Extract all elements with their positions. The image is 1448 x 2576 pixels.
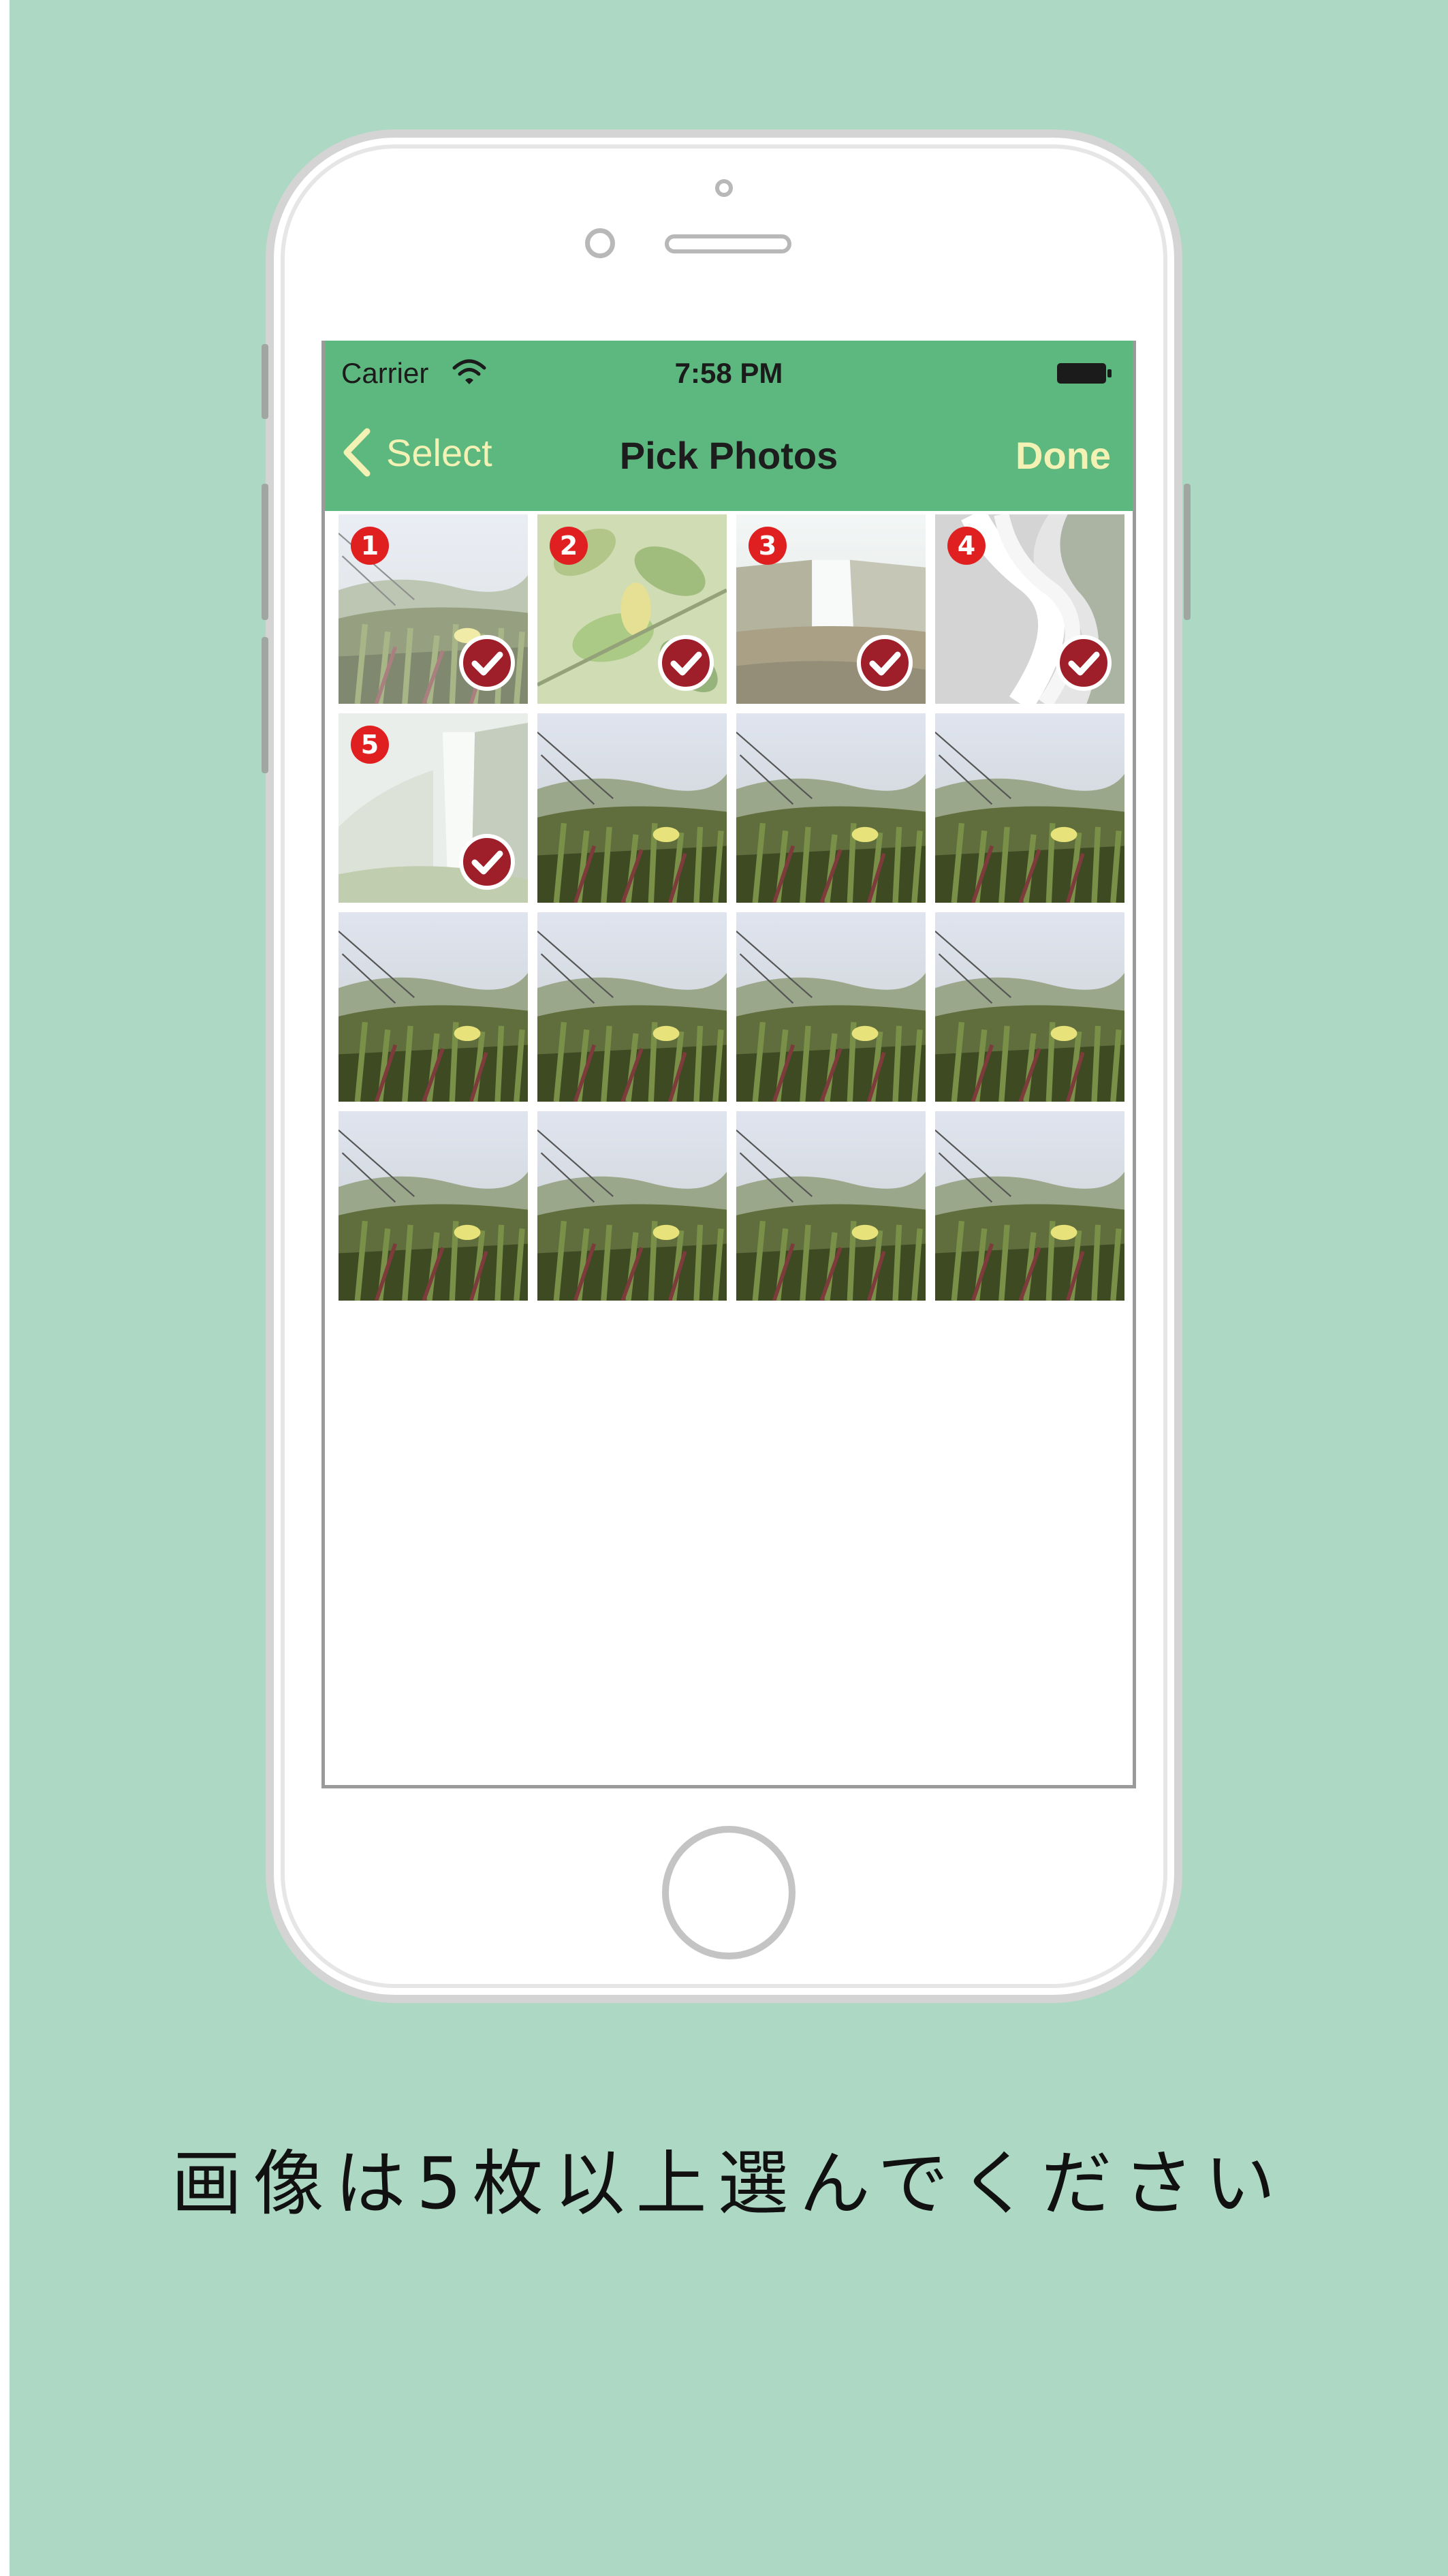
photo-image	[935, 912, 1124, 1102]
photo-image	[339, 1111, 528, 1301]
photo-thumbnail[interactable]	[736, 1111, 926, 1301]
phone-screen: Carrier 7:58 PM Select Pick Photos Done …	[321, 341, 1136, 1788]
photo-thumbnail[interactable]: 1	[339, 514, 528, 704]
photo-thumbnail[interactable]	[339, 912, 528, 1102]
status-bar: Carrier 7:58 PM	[325, 341, 1133, 402]
mute-switch	[262, 344, 268, 419]
photo-thumbnail[interactable]: 5	[339, 713, 528, 903]
photo-thumbnail[interactable]	[537, 1111, 727, 1301]
photo-thumbnail[interactable]	[537, 713, 727, 903]
photo-thumbnail[interactable]: 3	[736, 514, 926, 704]
photo-image	[537, 713, 727, 903]
battery-icon	[1057, 363, 1112, 384]
photo-image	[935, 713, 1124, 903]
selection-order-badge: 2	[550, 527, 588, 565]
selection-order-badge: 3	[749, 527, 787, 565]
checkmark-icon	[459, 834, 515, 890]
status-time: 7:58 PM	[674, 357, 783, 389]
photo-thumbnail[interactable]: 4	[935, 514, 1124, 704]
page-title: Pick Photos	[619, 434, 838, 477]
photo-thumbnail[interactable]	[935, 713, 1124, 903]
home-button[interactable]	[662, 1826, 796, 1959]
checkmark-icon	[857, 635, 913, 691]
photo-image	[736, 713, 926, 903]
photo-thumbnail[interactable]: 2	[537, 514, 727, 704]
volume-down-button	[262, 637, 268, 773]
photo-image	[935, 1111, 1124, 1301]
photo-image	[736, 912, 926, 1102]
selection-order-badge: 4	[947, 527, 986, 565]
power-button	[1184, 484, 1191, 620]
photo-thumbnail[interactable]	[537, 912, 727, 1102]
checkmark-icon	[459, 635, 515, 691]
navbar: Select Pick Photos Done	[325, 416, 1133, 491]
checkmark-icon	[658, 635, 714, 691]
photo-image	[736, 1111, 926, 1301]
photo-image	[537, 912, 727, 1102]
navigation-header: Carrier 7:58 PM Select Pick Photos Done	[325, 341, 1133, 511]
photo-thumbnail[interactable]	[339, 1111, 528, 1301]
earpiece-speaker	[665, 234, 791, 253]
selection-order-badge: 5	[351, 726, 389, 764]
front-camera	[585, 228, 615, 258]
photo-thumbnail[interactable]	[736, 912, 926, 1102]
photo-image	[537, 1111, 727, 1301]
app-store-screenshot: Carrier 7:58 PM Select Pick Photos Done …	[10, 0, 1448, 2576]
promo-caption: 画像は5枚以上選んでください	[171, 2142, 1287, 2225]
done-button[interactable]: Done	[1016, 433, 1111, 478]
photo-thumbnail[interactable]	[935, 1111, 1124, 1301]
photo-image	[339, 912, 528, 1102]
proximity-sensor	[715, 179, 733, 197]
photo-thumbnail[interactable]	[736, 713, 926, 903]
checkmark-icon	[1056, 635, 1112, 691]
selection-order-badge: 1	[351, 527, 389, 565]
photo-thumbnail[interactable]	[935, 912, 1124, 1102]
volume-up-button	[262, 484, 268, 620]
